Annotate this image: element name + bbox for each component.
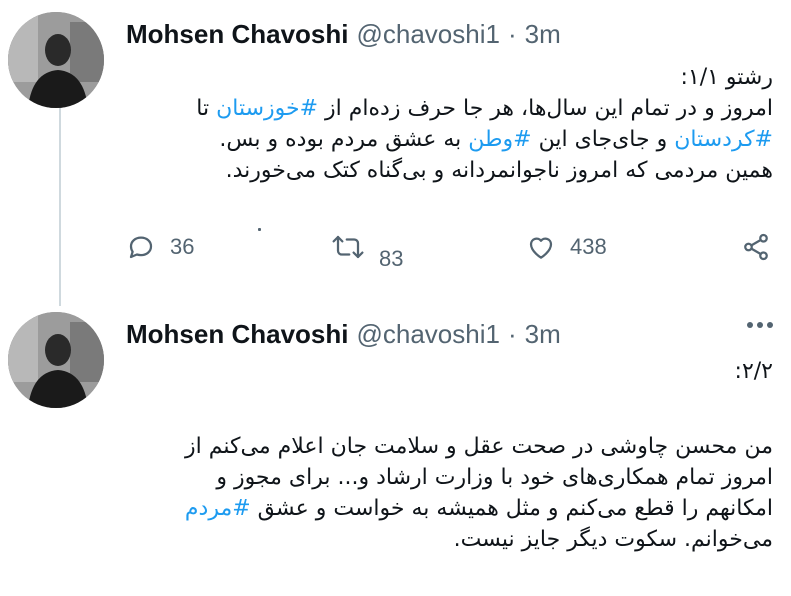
tweet-text: ۲/۲: من محسن چاوشی در صحت عقل و سلامت جان… xyxy=(126,356,773,555)
tweet-text-line: می‌خوانم. سکوت دیگر جایز نیست. xyxy=(126,524,773,555)
separator-dot: · xyxy=(507,18,517,49)
retweet-button[interactable]: 83 xyxy=(331,232,403,271)
more-icon-dot xyxy=(767,322,773,328)
tweet-text-segment: همین مردمی که امروز ناجوانمردانه و بی‌گن… xyxy=(225,158,773,183)
tweet-text-line: #کردستان و جای‌جای این #وطن به عشق مردم … xyxy=(126,124,773,155)
tweet-header: Mohsen Chavoshi @chavoshi1 · 3m xyxy=(126,316,561,352)
hashtag-link[interactable]: #مردم xyxy=(185,496,251,521)
tweet-text-segment: امکانهم را قطع می‌کنم و مثل همیشه به خوا… xyxy=(250,496,773,521)
tweet-text-line: من محسن چاوشی در صحت عقل و سلامت جان اعل… xyxy=(126,431,773,462)
avatar[interactable] xyxy=(8,312,104,408)
tweet-text-segment: رشتو ۱/۱: xyxy=(680,65,773,90)
share-icon xyxy=(744,233,768,261)
tweet-text-line: امکانهم را قطع می‌کنم و مثل همیشه به خوا… xyxy=(126,493,773,524)
separator-dot: · xyxy=(507,318,517,349)
tweet-actions: 36 83 438 xyxy=(126,232,776,272)
tweet-text-line: ۲/۲: xyxy=(126,356,773,387)
tweet-text-line: امروز و در تمام این سال‌ها، هر جا حرف زد… xyxy=(126,93,773,124)
hashtag-link[interactable]: #خوزستان xyxy=(216,96,318,121)
hashtag-link[interactable]: #کردستان xyxy=(674,127,773,152)
author-name[interactable]: Mohsen Chavoshi xyxy=(126,19,348,50)
author-name[interactable]: Mohsen Chavoshi xyxy=(126,319,348,350)
tweet-text: رشتو ۱/۱: امروز و در تمام این سال‌ها، هر … xyxy=(126,62,773,186)
avatar[interactable] xyxy=(8,12,104,108)
tweet-1[interactable]: Mohsen Chavoshi @chavoshi1 · 3m رشتو ۱/۱… xyxy=(0,0,791,300)
hashtag-link[interactable]: #وطن xyxy=(468,127,531,152)
author-handle[interactable]: @chavoshi1 xyxy=(356,319,499,350)
author-handle[interactable]: @chavoshi1 xyxy=(356,19,499,50)
reply-count: 36 xyxy=(170,234,195,259)
like-count: 438 xyxy=(570,234,607,259)
tweet-text-segment: امروز تمام همکاری‌های خود با وزارت ارشاد… xyxy=(216,465,773,490)
tweet-text-line: همین مردمی که امروز ناجوانمردانه و بی‌گن… xyxy=(126,155,773,186)
tweet-text-segment: من محسن چاوشی در صحت عقل و سلامت جان اعل… xyxy=(185,434,773,459)
heart-icon xyxy=(529,237,553,259)
tweet-text-line xyxy=(126,387,773,431)
timestamp[interactable]: 3m xyxy=(525,319,561,350)
tweet-text-segment: امروز و در تمام این سال‌ها، هر جا حرف زد… xyxy=(318,96,773,121)
share-button[interactable] xyxy=(741,232,771,262)
more-icon-dot xyxy=(757,322,763,328)
decorative-dot xyxy=(258,228,261,231)
retweet-icon xyxy=(332,235,364,259)
more-options-button[interactable] xyxy=(747,322,773,328)
tweet-text-segment: به عشق مردم بوده و بس. xyxy=(219,127,469,152)
more-icon xyxy=(747,322,753,328)
retweet-count: 83 xyxy=(379,246,404,271)
tweet-text-line: امروز تمام همکاری‌های خود با وزارت ارشاد… xyxy=(126,462,773,493)
tweet-header: Mohsen Chavoshi @chavoshi1 · 3m xyxy=(126,16,561,52)
tweet-text-line: رشتو ۱/۱: xyxy=(126,62,773,93)
like-button[interactable]: 438 xyxy=(526,232,607,262)
tweet-text-segment: ۲/۲: xyxy=(734,359,773,384)
tweet-text-segment: تا xyxy=(196,96,217,121)
reply-icon xyxy=(129,236,153,259)
tweet-text-segment: و جای‌جای این xyxy=(531,127,675,152)
timestamp[interactable]: 3m xyxy=(525,19,561,50)
reply-button[interactable]: 36 xyxy=(126,232,194,262)
tweet-2[interactable]: Mohsen Chavoshi @chavoshi1 · 3m ۲/۲: من م… xyxy=(0,300,791,596)
tweet-text-segment: می‌خوانم. سکوت دیگر جایز نیست. xyxy=(453,527,773,552)
